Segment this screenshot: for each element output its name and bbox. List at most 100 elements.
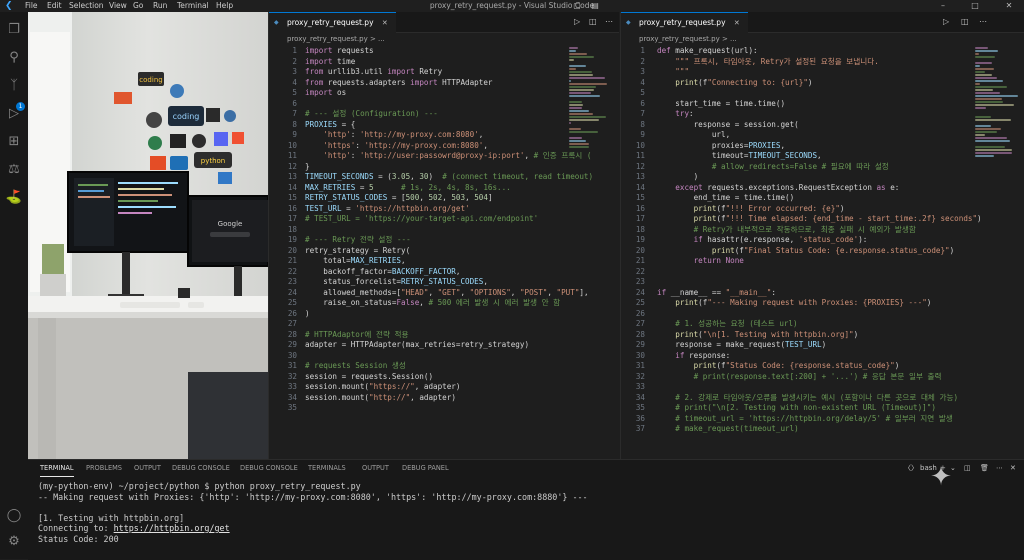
code-line[interactable]: 11 'http': 'http://user:passowrd@proxy-i… [269,151,619,162]
split-terminal-icon[interactable]: ◫ [964,460,971,476]
code-line[interactable]: 9 'http': 'http://my-proxy.com:8080', [269,130,619,141]
code-line[interactable]: 24 allowed_methods=["HEAD", "GET", "OPTI… [269,288,619,299]
menu-edit[interactable]: Edit [47,0,62,12]
code-line[interactable]: 29 response = make_request(TEST_URL) [621,340,1024,351]
minimap[interactable] [975,46,1019,157]
minimize-button[interactable]: – [936,0,950,12]
menu-file[interactable]: File [25,0,38,12]
account-icon[interactable]: ◯ [4,506,24,526]
panel-tab-terminal[interactable]: TERMINAL [40,460,74,477]
code-line[interactable]: 9 url, [621,130,1024,141]
settings-gear-icon[interactable]: ⚙ [4,532,24,552]
tab-close-icon[interactable]: ✕ [382,19,388,27]
code-line[interactable]: 2 import time [269,57,619,68]
maximize-button[interactable]: □ [968,0,982,12]
code-line[interactable]: 13 ) [621,172,1024,183]
menu-terminal[interactable]: Terminal [177,0,209,12]
code-line[interactable]: 10 proxies=PROXIES, [621,141,1024,152]
code-line[interactable]: 25 raise_on_status=False, # 500 에러 발생 시 … [269,298,619,309]
code-line[interactable]: 27 # 1. 성공하는 요청 (테스트 url) [621,319,1024,330]
code-line[interactable]: 12 # allow_redirects=False # 필요에 따라 설정 [621,162,1024,173]
code-line[interactable]: 28 print("\n[1. Testing with httpbin.org… [621,330,1024,341]
more-actions-icon[interactable]: ⋯ [605,12,613,32]
code-line[interactable]: 27 [269,319,619,330]
panel-tab-terminals[interactable]: TERMINALS [308,460,346,476]
panel-tab-debug-console[interactable]: DEBUG CONSOLE [172,460,230,476]
code-line[interactable]: 14 except requests.exceptions.RequestExc… [621,183,1024,194]
code-line[interactable]: 33 session.mount("https://", adapter) [269,382,619,393]
menu-selection[interactable]: Selection [69,0,104,12]
code-line[interactable]: 31 # requests Session 생성 [269,361,619,372]
code-line[interactable]: 4 print(f"Connecting to: {url}") [621,78,1024,89]
menu-view[interactable]: View [109,0,127,12]
code-line[interactable]: 17 print(f"!!! Time elapsed: {end_time -… [621,214,1024,225]
code-line[interactable]: 35 # print("\n[2. Testing with non-exist… [621,403,1024,414]
code-line[interactable]: 23 status_forcelist=RETRY_STATUS_CODES, [269,277,619,288]
code-editor-left[interactable]: 1 import requests 2 import time 3 from urllib… [269,46,619,459]
code-line[interactable]: 19 # --- Retry 전략 설정 --- [269,235,619,246]
terminal-output[interactable]: (my-python-env) ~/project/python $ pytho… [38,481,1014,560]
tab-close-icon[interactable]: ✕ [734,19,740,27]
code-line[interactable]: 33 [621,382,1024,393]
extensions-icon[interactable]: ⊞ [4,132,24,152]
more-actions-icon[interactable]: ⋯ [979,12,987,32]
source-control-icon[interactable]: ᛉ [4,76,24,96]
code-line[interactable]: 1 def make_request(url): [621,46,1024,57]
breadcrumb[interactable]: proxy_retry_request.py > ... [639,33,737,46]
code-line[interactable]: 10 'https': 'http://my-proxy.com:8080', [269,141,619,152]
code-line[interactable]: 22 backoff_factor=BACKOFF_FACTOR, [269,267,619,278]
code-line[interactable]: 23 [621,277,1024,288]
code-line[interactable]: 37 # make_request(timeout_url) [621,424,1024,435]
menu-run[interactable]: Run [153,0,167,12]
code-line[interactable]: 3 """ [621,67,1024,78]
panel-tab-problems[interactable]: PROBLEMS [86,460,122,476]
run-file-icon[interactable]: ▷ [574,12,580,32]
code-line[interactable]: 18 [269,225,619,236]
code-line[interactable]: 26 [621,309,1024,320]
close-panel-icon[interactable]: ✕ [1010,460,1016,476]
code-line[interactable]: 35 [269,403,619,414]
code-line[interactable]: 24 if __name__ == "__main__": [621,288,1024,299]
menu-help[interactable]: Help [216,0,233,12]
code-line[interactable]: 21 total=MAX_RETRIES, [269,256,619,267]
code-line[interactable]: 16 TEST_URL = 'https://httpbin.org/get' [269,204,619,215]
testing-icon[interactable]: ⚖ [4,160,24,180]
code-line[interactable]: 5 [621,88,1024,99]
layout-toggle-icon[interactable]: ▢ [570,0,584,12]
code-line[interactable]: 34 session.mount("http://", adapter) [269,393,619,404]
code-line[interactable]: 6 start_time = time.time() [621,99,1024,110]
minimap[interactable] [569,46,613,148]
code-line[interactable]: 20 print(f"Final Status Code: {e.respons… [621,246,1024,257]
code-line[interactable]: 8 response = session.get( [621,120,1024,131]
code-line[interactable]: 26) [269,309,619,320]
code-line[interactable]: 15 end_time = time.time() [621,193,1024,204]
code-line[interactable]: 8 PROXIES = { [269,120,619,131]
code-line[interactable]: 20 retry_strategy = Retry( [269,246,619,257]
breadcrumb[interactable]: proxy_retry_request.py > ... [287,33,385,46]
code-line[interactable]: 22 [621,267,1024,278]
menu-go[interactable]: Go [133,0,143,12]
panel-tab-output[interactable]: OUTPUT [134,460,161,476]
code-line[interactable]: 2 """ 프록시, 타임아웃, Retry가 설정된 요청을 보냅니다. [621,57,1024,68]
code-line[interactable]: 19 if hasattr(e.response, 'status_code')… [621,235,1024,246]
code-line[interactable]: 12} [269,162,619,173]
code-line[interactable]: 14 MAX_RETRIES = 5 # 1s, 2s, 4s, 8s, 16s.… [269,183,619,194]
panel-tab-output-2[interactable]: OUTPUT [362,460,389,476]
panel-toggle-icon[interactable]: ▤ [588,0,602,12]
code-line[interactable]: 29 adapter = HTTPAdapter(max_retries=retr… [269,340,619,351]
run-file-icon[interactable]: ▷ [943,12,949,32]
code-line[interactable]: 6 [269,99,619,110]
more-icon[interactable]: ⋯ [996,460,1003,476]
code-line[interactable]: 7 try: [621,109,1024,120]
panel-tab-debug-panel[interactable]: DEBUG PANEL [402,460,449,476]
explorer-icon[interactable]: ❐ [4,20,24,40]
code-line[interactable]: 3 from urllib3.util import Retry [269,67,619,78]
code-line[interactable]: 32 session = requests.Session() [269,372,619,383]
code-line[interactable]: 15 RETRY_STATUS_CODES = [500, 502, 503, 5… [269,193,619,204]
close-button[interactable]: ✕ [1002,0,1016,12]
code-line[interactable]: 30 if response: [621,351,1024,362]
docker-icon[interactable]: ⛳ [4,188,24,208]
code-line[interactable]: 7 # --- 설정 (Configuration) --- [269,109,619,120]
editor-tab-left[interactable]: ◆ proxy_retry_request.py ✕ [269,12,396,33]
code-editor-right[interactable]: 1 def make_request(url): 2 """ 프록시, 타임아웃, … [621,46,1024,459]
